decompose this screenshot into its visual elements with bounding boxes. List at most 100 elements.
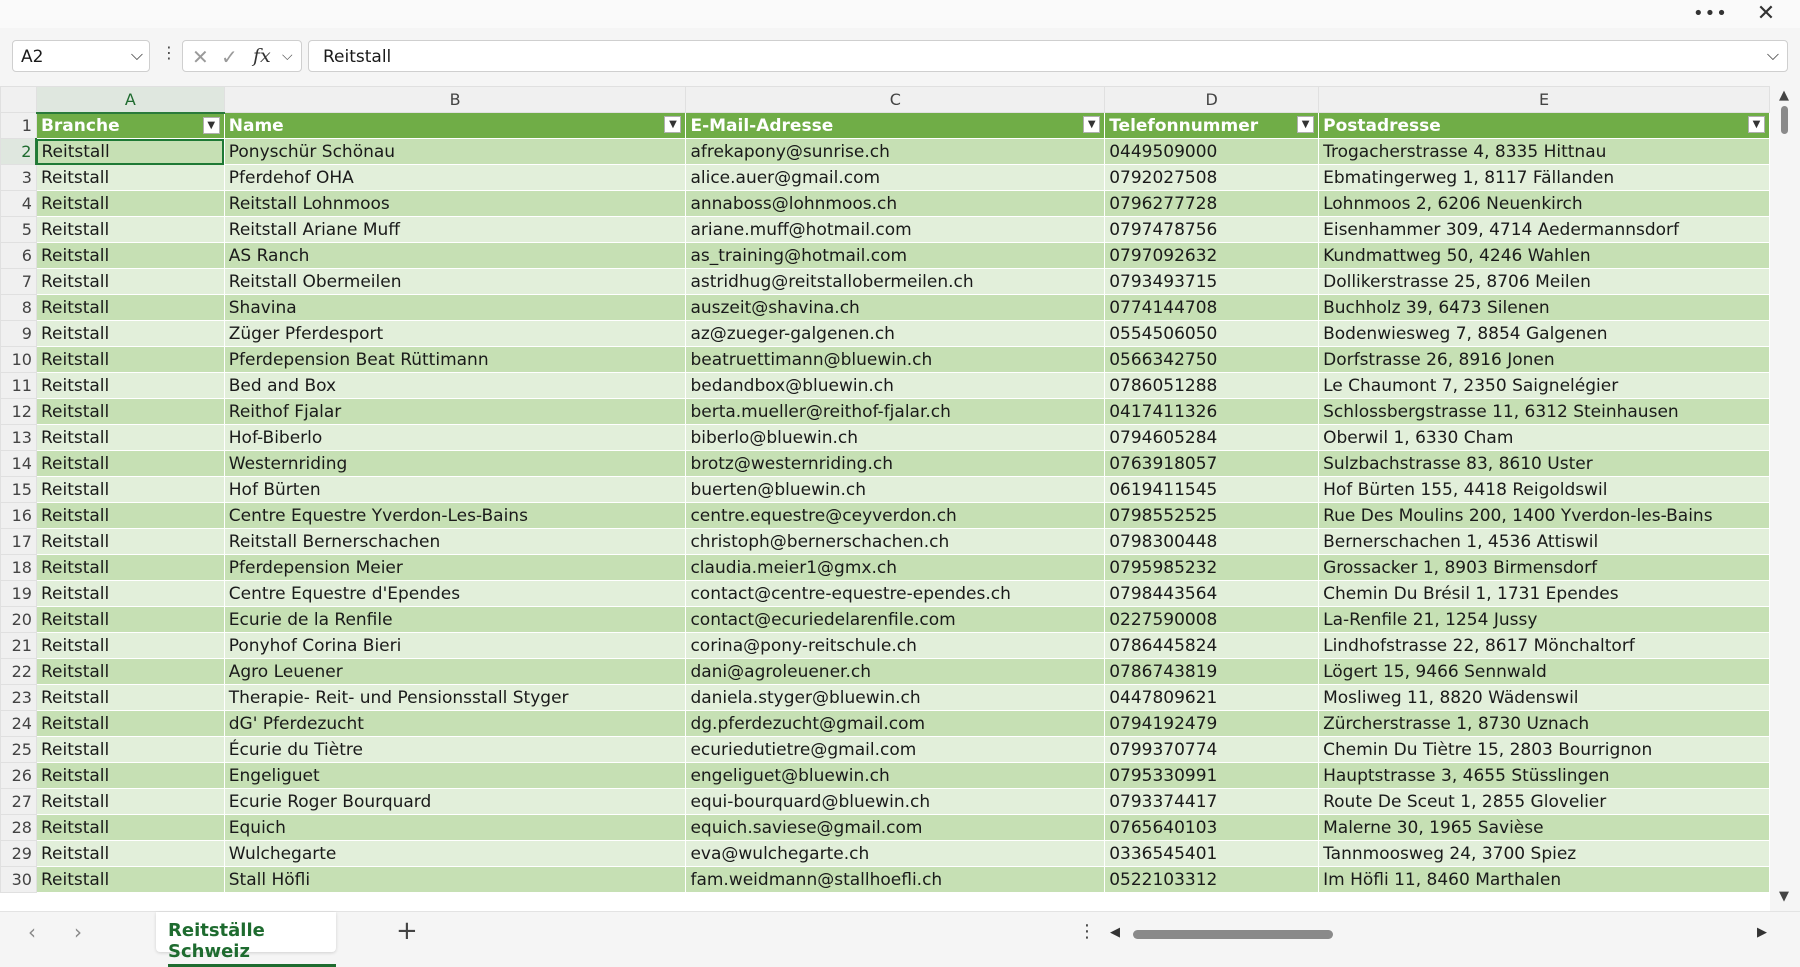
cell[interactable]: bedandbox@bluewin.ch (685, 372, 1106, 399)
enter-icon[interactable]: ✓ (221, 45, 238, 69)
add-sheet-icon[interactable]: + (396, 916, 418, 946)
cell[interactable]: Reitstall (35, 164, 225, 191)
cell[interactable]: Reitstall (35, 372, 225, 399)
cell[interactable]: Reitstall (35, 190, 225, 217)
scroll-thumb[interactable] (1133, 930, 1333, 939)
cell[interactable]: Reitstall (35, 294, 225, 321)
cell[interactable]: Reitstall Ariane Muff (223, 216, 687, 243)
cell[interactable]: 0227590008 (1104, 606, 1320, 633)
scroll-down-icon[interactable]: ▼ (1779, 889, 1789, 904)
row-header[interactable]: 22 (0, 658, 37, 685)
cell[interactable]: Eisenhammer 309, 4714 Aedermannsdorf (1318, 216, 1770, 243)
cell[interactable]: equi-bourquard@bluewin.ch (685, 788, 1106, 815)
insert-function-icon[interactable]: fx (253, 45, 271, 67)
cell[interactable]: Reitstall (35, 762, 225, 789)
cell[interactable]: 0786743819 (1104, 658, 1320, 685)
cell[interactable]: as_training@hotmail.com (685, 242, 1106, 269)
horizontal-scrollbar[interactable]: ◀ ▶ (1105, 925, 1770, 942)
cell[interactable]: corina@pony-reitschule.ch (685, 632, 1106, 659)
cell[interactable]: 0793493715 (1104, 268, 1320, 295)
cell[interactable]: brotz@westernriding.ch (685, 450, 1106, 477)
table-header-cell[interactable]: Branche ▼ (35, 112, 225, 139)
cell[interactable]: Pferdehof OHA (223, 164, 687, 191)
cell[interactable]: biberlo@bluewin.ch (685, 424, 1106, 451)
row-header[interactable]: 23 (0, 684, 37, 711)
cell[interactable]: Mosliweg 11, 8820 Wädenswil (1318, 684, 1770, 711)
row-header[interactable]: 20 (0, 606, 37, 633)
cell[interactable]: Route De Sceut 1, 2855 Glovelier (1318, 788, 1770, 815)
cell[interactable]: Chemin Du Brésil 1, 1731 Ependes (1318, 580, 1770, 607)
column-header-e[interactable]: E (1318, 86, 1770, 113)
cell[interactable]: Reitstall (35, 320, 225, 347)
cell[interactable]: Le Chaumont 7, 2350 Saignelégier (1318, 372, 1770, 399)
cell[interactable]: Equich (223, 814, 687, 841)
cell[interactable]: Wulchegarte (223, 840, 687, 867)
cell[interactable]: Agro Leuener (223, 658, 687, 685)
cell[interactable]: Reitstall (35, 866, 225, 893)
row-header[interactable]: 25 (0, 736, 37, 763)
cell[interactable]: Reitstall Bernerschachen (223, 528, 687, 555)
cell[interactable]: Züger Pferdesport (223, 320, 687, 347)
cell[interactable]: 0786445824 (1104, 632, 1320, 659)
scroll-thumb[interactable] (1781, 106, 1788, 134)
cell[interactable]: Im Höfli 11, 8460 Marthalen (1318, 866, 1770, 893)
cell[interactable]: dg.pferdezucht@gmail.com (685, 710, 1106, 737)
cell[interactable]: La-Renfile 21, 1254 Jussy (1318, 606, 1770, 633)
row-header[interactable]: 30 (0, 866, 37, 893)
cell[interactable]: 0793374417 (1104, 788, 1320, 815)
chevron-right-icon[interactable]: › (74, 920, 82, 944)
cell[interactable]: 0795330991 (1104, 762, 1320, 789)
cell[interactable]: afrekapony@sunrise.ch (685, 138, 1106, 165)
row-header[interactable]: 10 (0, 346, 37, 373)
cell[interactable]: ariane.muff@hotmail.com (685, 216, 1106, 243)
column-header-c[interactable]: C (685, 86, 1106, 113)
cell[interactable]: Reitstall (35, 814, 225, 841)
row-header[interactable]: 6 (0, 242, 37, 269)
cell[interactable]: Shavina (223, 294, 687, 321)
cell[interactable]: Reitstall (35, 424, 225, 451)
cell[interactable]: 0798443564 (1104, 580, 1320, 607)
cell[interactable]: Reitstall (35, 502, 225, 529)
table-header-cell[interactable]: E-Mail-Adresse ▼ (685, 112, 1106, 139)
cell[interactable]: Ecurie de la Renfile (223, 606, 687, 633)
cell[interactable]: 0794192479 (1104, 710, 1320, 737)
cell[interactable]: Therapie- Reit- und Pensionsstall Styger (223, 684, 687, 711)
row-header[interactable]: 18 (0, 554, 37, 581)
row-header[interactable]: 8 (0, 294, 37, 321)
name-box[interactable]: A2 ⌵ (12, 40, 150, 72)
vertical-scrollbar[interactable]: ▲ ▼ (1773, 86, 1797, 911)
cell[interactable]: Engeliguet (223, 762, 687, 789)
cell[interactable]: Zürcherstrasse 1, 8730 Uznach (1318, 710, 1770, 737)
cell[interactable]: 0336545401 (1104, 840, 1320, 867)
cell[interactable]: Sulzbachstrasse 83, 8610 Uster (1318, 450, 1770, 477)
cell[interactable]: Reitstall (35, 710, 225, 737)
cell[interactable]: 0447809621 (1104, 684, 1320, 711)
cell[interactable]: Grossacker 1, 8903 Birmensdorf (1318, 554, 1770, 581)
cell[interactable]: contact@ecuriedelarenfile.com (685, 606, 1106, 633)
cell[interactable]: Reitstall (35, 632, 225, 659)
expand-formula-icon[interactable]: ⌵ (1767, 45, 1779, 65)
row-header[interactable]: 13 (0, 424, 37, 451)
scroll-up-icon[interactable]: ▲ (1779, 88, 1789, 103)
cell[interactable]: 0795985232 (1104, 554, 1320, 581)
filter-dropdown-icon[interactable]: ▼ (1297, 116, 1315, 133)
cell[interactable]: engeliguet@bluewin.ch (685, 762, 1106, 789)
spreadsheet-grid[interactable]: ABCDE 1 Branche ▼ Name ▼ E-Mail-Adresse ▼ Telef… (0, 86, 1770, 911)
column-header-a[interactable]: A (35, 86, 225, 114)
cell[interactable]: daniela.styger@bluewin.ch (685, 684, 1106, 711)
cell[interactable]: 0794605284 (1104, 424, 1320, 451)
cell[interactable]: Reitstall (35, 736, 225, 763)
row-header[interactable]: 28 (0, 814, 37, 841)
cell[interactable]: Reithof Fjalar (223, 398, 687, 425)
cell[interactable]: Reitstall (35, 580, 225, 607)
cell[interactable]: Stall Höfli (223, 866, 687, 893)
cell[interactable]: berta.mueller@reithof-fjalar.ch (685, 398, 1106, 425)
cell[interactable]: Chemin Du Tiètre 15, 2803 Bourrignon (1318, 736, 1770, 763)
cell[interactable]: Lohnmoos 2, 6206 Neuenkirch (1318, 190, 1770, 217)
cell[interactable]: equich.saviese@gmail.com (685, 814, 1106, 841)
cell[interactable]: 0786051288 (1104, 372, 1320, 399)
cell[interactable]: az@zueger-galgenen.ch (685, 320, 1106, 347)
cell[interactable]: Centre Equestre Yverdon-Les-Bains (223, 502, 687, 529)
cell[interactable]: Hauptstrasse 3, 4655 Stüsslingen (1318, 762, 1770, 789)
cell[interactable]: Reitstall (35, 684, 225, 711)
